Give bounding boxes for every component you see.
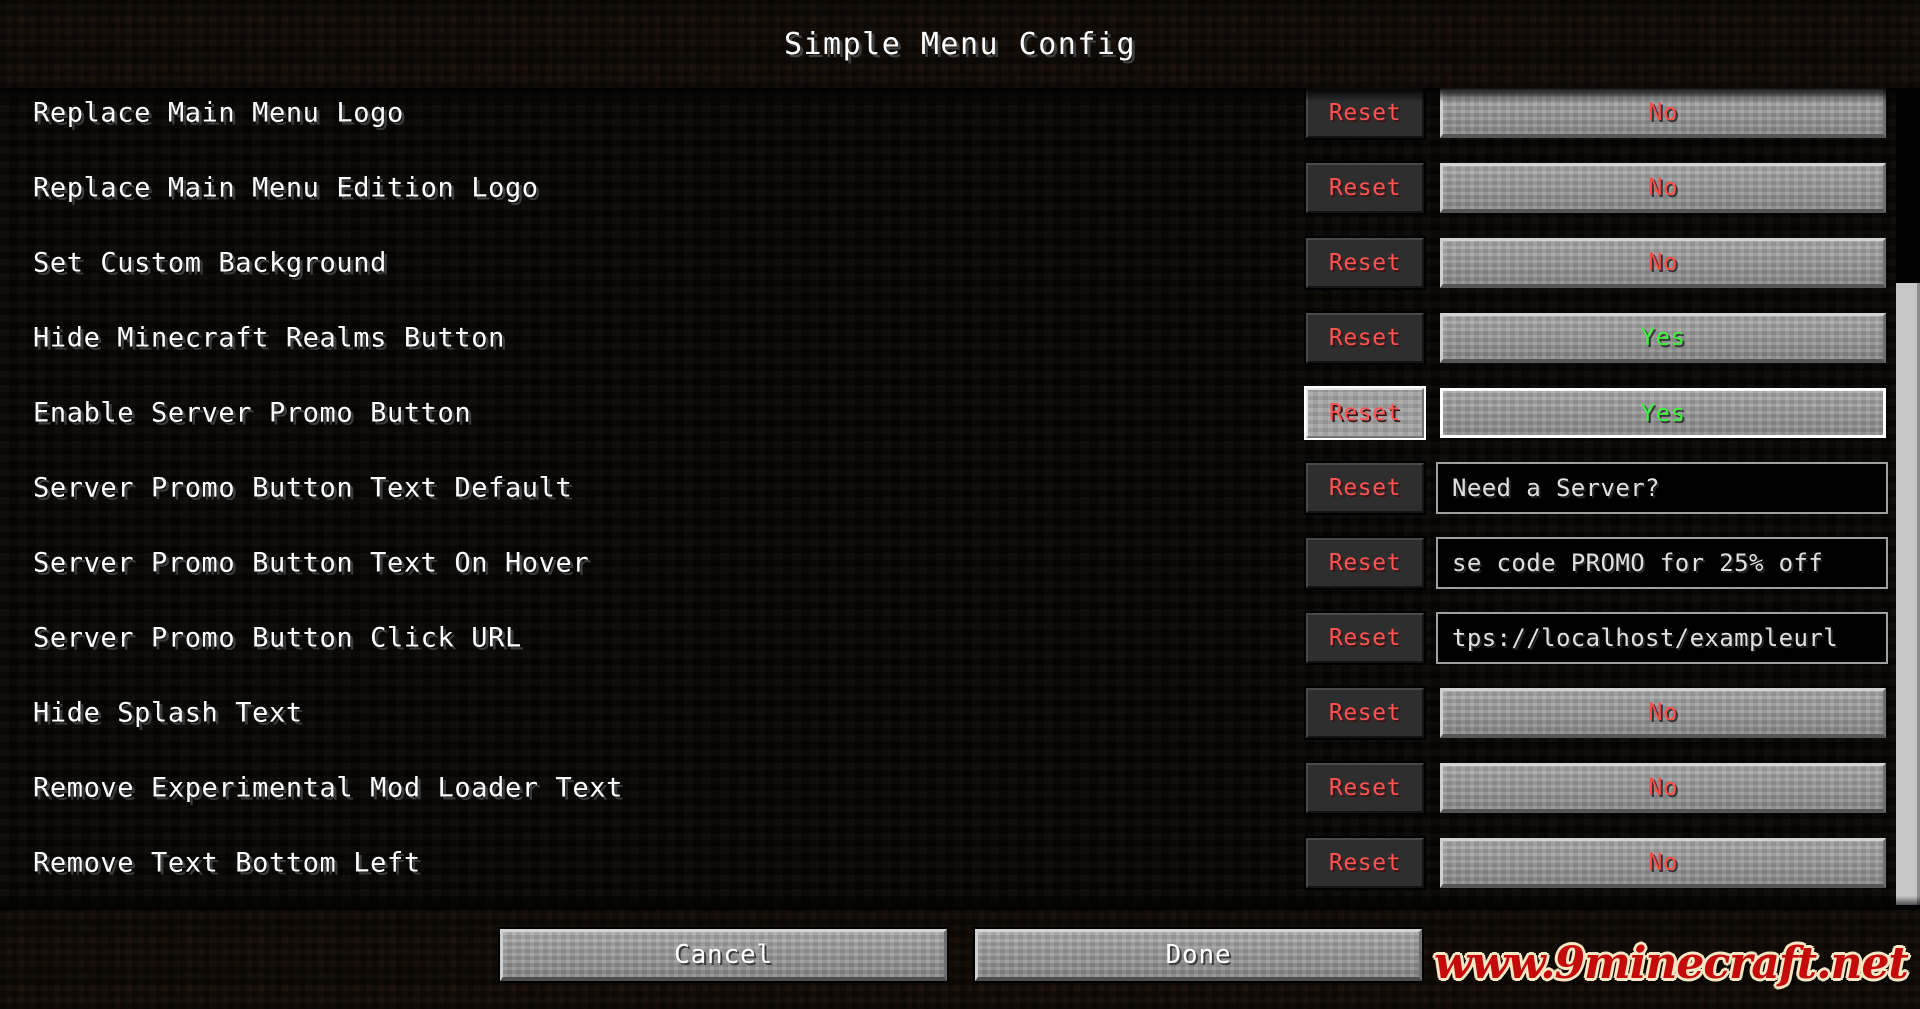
text-input[interactable]: Need a Server? [1436, 461, 1888, 514]
option-row: Set Custom Background Reset No [0, 225, 1920, 300]
dirt-background-top [0, 0, 1920, 88]
option-row: Enable Server Promo Button Reset Yes [0, 375, 1920, 450]
text-input[interactable]: tps://localhost/exampleurl [1436, 611, 1888, 664]
reset-button[interactable]: Reset [1306, 462, 1424, 513]
toggle-button[interactable]: No [1440, 687, 1886, 738]
option-row: Hide Minecraft Realms Button Reset Yes [0, 300, 1920, 375]
toggle-button[interactable]: No [1440, 88, 1886, 138]
reset-button[interactable]: Reset [1306, 88, 1424, 138]
option-label: Hide Minecraft Realms Button [33, 322, 505, 353]
toggle-value: No [1647, 173, 1679, 201]
option-row: Server Promo Button Text On Hover Reset se… [0, 525, 1920, 600]
reset-button[interactable]: Reset [1306, 162, 1424, 213]
toggle-value: No [1647, 848, 1679, 876]
option-label: Replace Main Menu Logo [33, 97, 404, 128]
reset-button[interactable]: Reset [1306, 387, 1424, 438]
option-label: Remove Text Bottom Left [33, 847, 421, 878]
toggle-button[interactable]: No [1440, 762, 1886, 813]
toggle-button[interactable]: No [1440, 237, 1886, 288]
toggle-button[interactable]: No [1440, 162, 1886, 213]
option-row: Replace Main Menu Edition Logo Reset No [0, 150, 1920, 225]
toggle-value: No [1647, 98, 1679, 126]
option-label: Enable Server Promo Button [33, 397, 472, 428]
toggle-button[interactable]: Yes [1440, 387, 1886, 438]
option-row: Replace Main Menu Logo Reset No [0, 88, 1920, 150]
option-label: Hide Splash Text [33, 697, 303, 728]
option-label: Server Promo Button Text On Hover [33, 547, 590, 578]
dirt-background-bottom [0, 910, 1920, 1009]
toggle-value: Yes [1640, 398, 1686, 427]
toggle-value: No [1647, 698, 1679, 726]
option-row: Hide Splash Text Reset No [0, 675, 1920, 750]
toggle-button[interactable]: No [1440, 837, 1886, 888]
toggle-value: No [1647, 773, 1679, 801]
option-row: Remove Experimental Mod Loader Text Reset… [0, 750, 1920, 825]
reset-button[interactable]: Reset [1306, 837, 1424, 888]
text-input-value: Need a Server? [1452, 473, 1660, 502]
reset-button[interactable]: Reset [1306, 687, 1424, 738]
toggle-value: Yes [1640, 323, 1686, 351]
cancel-button[interactable]: Cancel [500, 929, 947, 981]
option-label: Server Promo Button Text Default [33, 472, 573, 503]
text-input-value: tps://localhost/exampleurl [1452, 623, 1839, 652]
option-label: Set Custom Background [33, 247, 387, 278]
option-label: Server Promo Button Click URL [33, 622, 522, 653]
options-list[interactable]: Replace Main Menu Logo Reset No Replace Mai… [0, 88, 1920, 910]
option-label: Replace Main Menu Edition Logo [33, 172, 539, 203]
option-row: Remove Text Bottom Left Reset No [0, 825, 1920, 900]
scrollbar-thumb[interactable] [1896, 283, 1920, 905]
done-button[interactable]: Done [975, 929, 1422, 981]
text-input-value: se code PROMO for 25% off [1452, 548, 1824, 577]
toggle-button[interactable]: Yes [1440, 312, 1886, 363]
reset-button[interactable]: Reset [1306, 762, 1424, 813]
option-row: Server Promo Button Click URL Reset tps://… [0, 600, 1920, 675]
text-input[interactable]: se code PROMO for 25% off [1436, 536, 1888, 589]
reset-button[interactable]: Reset [1306, 237, 1424, 288]
reset-button[interactable]: Reset [1306, 612, 1424, 663]
reset-button[interactable]: Reset [1306, 312, 1424, 363]
reset-button[interactable]: Reset [1306, 537, 1424, 588]
option-label: Remove Experimental Mod Loader Text [33, 772, 623, 803]
toggle-value: No [1647, 248, 1679, 276]
option-row: Server Promo Button Text Default Reset Nee… [0, 450, 1920, 525]
